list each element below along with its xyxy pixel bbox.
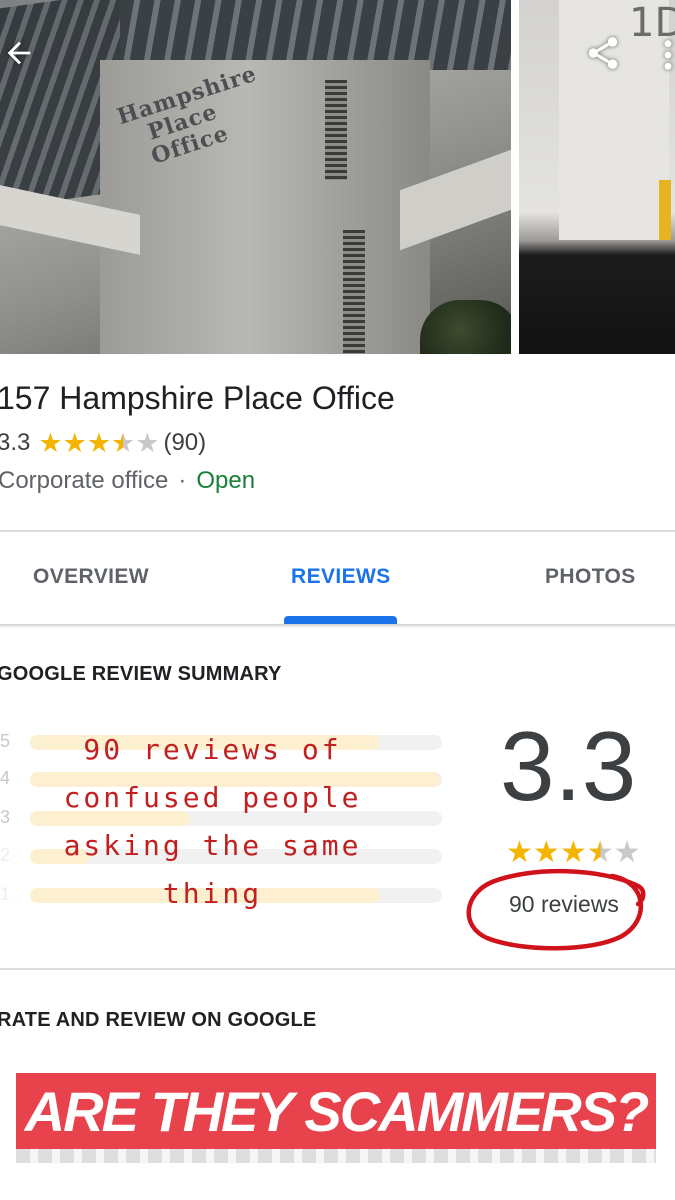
more-options-icon[interactable] (660, 38, 675, 72)
photo-vent (343, 230, 365, 354)
photo-stripe (659, 180, 671, 240)
tab-reviews[interactable]: REVIEWS (291, 565, 391, 589)
histogram-label: 2 (0, 845, 11, 865)
separator-dot: · (178, 467, 187, 494)
place-category-row: Corporate office · Open (0, 467, 255, 495)
place-title: 157 Hampshire Place Office (0, 380, 395, 416)
place-category: Corporate office (0, 467, 169, 494)
tab-photos[interactable]: PHOTOS (545, 565, 636, 589)
rating-stars: ★ ★ ★ ★ ★ (38, 430, 159, 457)
share-icon[interactable] (584, 34, 622, 72)
back-arrow-icon[interactable] (2, 36, 36, 70)
empty-star-icon: ★ (135, 427, 160, 459)
banner-shadow (16, 1149, 656, 1163)
building-photo[interactable]: Hampshire Place Office (0, 0, 511, 354)
photo-vent (325, 80, 347, 180)
half-star-icon: ★ (111, 427, 136, 459)
photo-shrub (420, 300, 511, 354)
histogram-label: 3 (0, 807, 11, 827)
place-tabs: OVERVIEW REVIEWS PHOTOS (0, 532, 675, 624)
histogram-label: 4 (0, 768, 11, 788)
average-score: 3.3 (500, 711, 637, 821)
review-summary-heading: GOOGLE REVIEW SUMMARY (0, 663, 282, 685)
histogram-label: 5 (0, 731, 11, 751)
scammers-banner: ARE THEY SCAMMERS? (16, 1073, 656, 1149)
tab-overview[interactable]: OVERVIEW (33, 565, 149, 589)
star-icon: ★ (38, 427, 63, 459)
red-circle-annotation (466, 868, 646, 951)
divider (0, 968, 675, 970)
star-icon: ★ (86, 427, 112, 459)
open-status: Open (196, 467, 256, 494)
histogram-label: 1 (0, 884, 11, 904)
tabs-shadow (0, 624, 675, 628)
meme-overlay-text: 90 reviews of confused people asking the… (63, 733, 362, 910)
active-tab-indicator (284, 616, 397, 624)
place-photo-carousel[interactable]: Hampshire Place Office 1D (0, 0, 675, 356)
star-icon: ★ (62, 427, 87, 459)
place-rating-row[interactable]: 3.3 ★ ★ ★ ★ ★ (90) (0, 427, 206, 459)
rate-review-heading: RATE AND REVIEW ON GOOGLE (0, 1009, 317, 1031)
rating-value: 3.3 (0, 429, 31, 456)
review-count: (90) (163, 429, 207, 456)
